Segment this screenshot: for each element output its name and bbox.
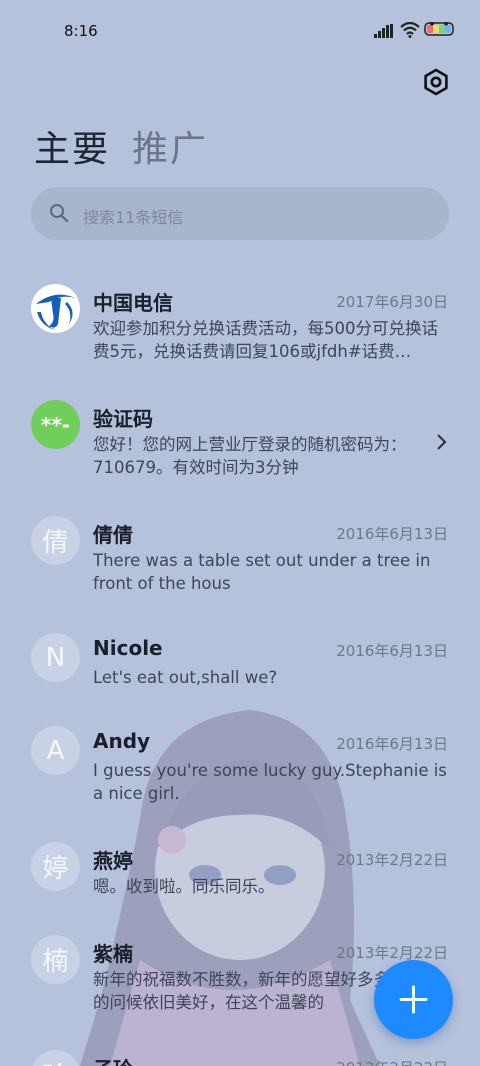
tab-promotions[interactable]: 推广 [132,120,208,172]
message-preview: I guess you're some lucky guy.Stephanie … [93,761,447,803]
search-placeholder: 搜索11条短信 [83,208,184,227]
message-date: 2016年6月13日 [336,525,448,543]
contact-avatar: 倩 [31,516,80,565]
message-preview: 您好！您的网上营业厅登录的随机密码为：710679。有效时间为3分钟 [93,435,407,477]
message-preview: 嗯。收到啦。同乐同乐。 [93,877,275,896]
contact-avatar: N [31,633,80,682]
clock: 8:16 [64,22,98,40]
plus-icon [399,985,428,1014]
signal-icon [374,24,393,38]
chevron-right-icon[interactable] [436,433,448,451]
contact-name: 倩倩 [93,523,133,547]
contact-name: Andy [93,729,151,753]
message-date: 2016年6月13日 [336,642,448,660]
contact-avatar: 玲 [31,1050,80,1066]
message-date: 2013年2月22日 [336,851,448,869]
contact-name: 紫楠 [93,942,133,966]
contact-avatar: 婷 [31,842,80,891]
contact-name: Nicole [93,636,163,660]
conversation-item[interactable]: 婷 燕婷 2013年2月22日 嗯。收到啦。同乐同乐。 [0,842,480,912]
contact-avatar: A [31,726,80,775]
conversation-item[interactable]: 倩 倩倩 2016年6月13日 There was a table set ou… [0,516,480,608]
contact-name: 子玲 [93,1053,133,1066]
contact-avatar: 楠 [31,935,80,984]
contact-name: 验证码 [93,407,153,431]
message-preview: There was a table set out under a tree i… [93,551,431,593]
wifi-icon [400,22,420,38]
tab-main[interactable]: 主要 [34,120,110,172]
search-input[interactable]: 搜索11条短信 [31,187,449,240]
conversation-item[interactable]: 玲 子玲 2013年2月22日 [0,1050,480,1066]
message-preview: 欢迎参加积分兑换话费活动，每500分可兑换话费5元，兑换话费请回复106或jfd… [93,319,438,361]
battery-icon [424,22,454,36]
message-date: 2016年6月13日 [336,735,448,753]
conversation-item[interactable]: 中国电信 2017年6月30日 欢迎参加积分兑换话费活动，每500分可兑换话费5… [0,284,480,376]
conversation-item[interactable]: N Nicole 2016年6月13日 Let's eat out,shall … [0,633,480,703]
search-icon [50,204,69,223]
contact-name: 燕婷 [93,849,133,873]
new-message-button[interactable] [374,960,453,1039]
china-telecom-logo-icon [31,284,80,333]
settings-icon[interactable] [420,66,452,98]
verification-avatar: **- [31,400,80,449]
message-date: 2013年2月22日 [336,1057,448,1066]
conversation-item[interactable]: **- 验证码 您好！您的网上营业厅登录的随机密码为：710679。有效时间为3… [0,400,480,492]
conversation-item[interactable]: A Andy 2016年6月13日 I guess you're some lu… [0,726,480,818]
status-bar: 8:16 [0,0,480,62]
contact-name: 中国电信 [93,291,173,315]
message-date: 2017年6月30日 [336,293,448,311]
message-preview: Let's eat out,shall we? [93,668,278,687]
